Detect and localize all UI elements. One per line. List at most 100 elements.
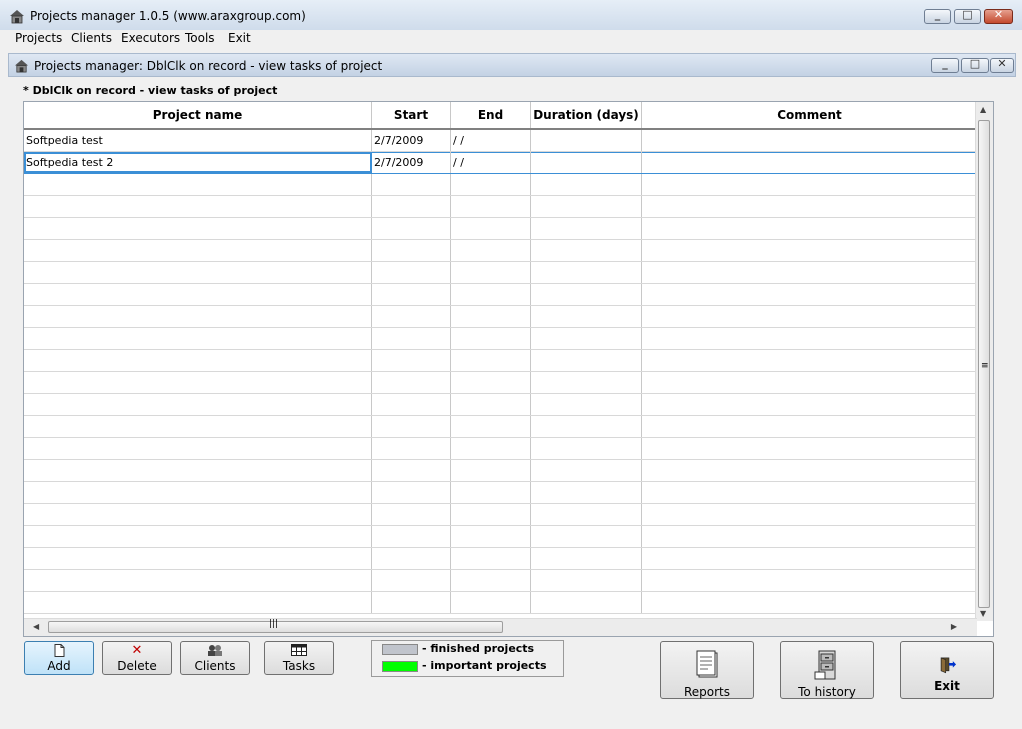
column-header-start[interactable]: Start [372, 102, 451, 128]
table-cell-end[interactable] [451, 262, 531, 283]
table-cell-project-name[interactable] [24, 592, 372, 613]
table-cell-start[interactable] [372, 284, 451, 305]
horizontal-scroll-thumb[interactable]: ||| [48, 619, 503, 633]
to-history-button[interactable]: To history [780, 641, 874, 699]
child-minimize-button[interactable]: _ [931, 57, 959, 73]
table-cell-end[interactable] [451, 548, 531, 569]
scroll-left-arrow-icon[interactable]: ◀ [33, 622, 39, 631]
table-cell-duration[interactable] [531, 570, 642, 591]
table-cell-duration[interactable] [531, 174, 642, 195]
table-row[interactable] [24, 284, 977, 306]
table-cell-start[interactable] [372, 526, 451, 547]
menu-executors[interactable]: Executors [121, 31, 180, 45]
column-header-comment[interactable]: Comment [642, 102, 977, 128]
maximize-button[interactable]: □ [954, 8, 981, 24]
table-row[interactable] [24, 372, 977, 394]
table-cell-start[interactable] [372, 262, 451, 283]
close-button[interactable]: ✕ [984, 8, 1013, 24]
table-cell-duration[interactable] [531, 372, 642, 393]
column-header-end[interactable]: End [451, 102, 531, 128]
table-row[interactable]: Softpedia test 2 2/7/2009 / / [24, 152, 977, 174]
table-cell-project-name[interactable] [24, 306, 372, 327]
table-cell-duration[interactable] [531, 504, 642, 525]
table-cell-project-name[interactable] [24, 240, 372, 261]
menu-clients[interactable]: Clients [71, 31, 112, 45]
table-cell-project-name[interactable] [24, 570, 372, 591]
table-cell-end[interactable] [451, 438, 531, 459]
table-cell-start[interactable] [372, 328, 451, 349]
table-cell-end[interactable] [451, 460, 531, 481]
table-row[interactable]: Softpedia test 2/7/2009 / / [24, 130, 977, 152]
table-cell-end[interactable] [451, 394, 531, 415]
table-cell-duration[interactable] [531, 240, 642, 261]
table-cell-start[interactable] [372, 394, 451, 415]
table-cell-start[interactable] [372, 174, 451, 195]
column-header-project-name[interactable]: Project name [24, 102, 372, 128]
table-cell-comment[interactable] [642, 284, 977, 305]
table-cell-start[interactable] [372, 460, 451, 481]
menu-exit[interactable]: Exit [228, 31, 251, 45]
table-row[interactable] [24, 504, 977, 526]
column-header-duration[interactable]: Duration (days) [531, 102, 642, 128]
table-cell-duration[interactable] [531, 460, 642, 481]
table-cell-duration[interactable] [531, 262, 642, 283]
table-cell-comment[interactable] [642, 394, 977, 415]
table-cell-duration[interactable] [531, 196, 642, 217]
table-cell-end[interactable] [451, 350, 531, 371]
table-cell-end[interactable] [451, 328, 531, 349]
table-cell-duration[interactable] [531, 416, 642, 437]
table-cell-comment[interactable] [642, 174, 977, 195]
table-cell-duration[interactable] [531, 130, 642, 151]
table-row[interactable] [24, 416, 977, 438]
scroll-up-arrow-icon[interactable]: ▲ [980, 105, 986, 114]
table-cell-duration[interactable] [531, 438, 642, 459]
table-cell-project-name[interactable] [24, 328, 372, 349]
tasks-button[interactable]: Tasks [264, 641, 334, 675]
table-cell-project-name[interactable] [24, 504, 372, 525]
table-row[interactable] [24, 196, 977, 218]
table-cell-comment[interactable] [642, 592, 977, 613]
table-cell-comment[interactable] [642, 240, 977, 261]
table-cell-duration[interactable] [531, 350, 642, 371]
table-cell-end[interactable] [451, 372, 531, 393]
table-row[interactable] [24, 548, 977, 570]
table-cell-project-name[interactable] [24, 438, 372, 459]
table-cell-comment[interactable] [642, 218, 977, 239]
minimize-button[interactable]: _ [924, 8, 951, 24]
table-row[interactable] [24, 592, 977, 614]
table-cell-duration[interactable] [531, 592, 642, 613]
table-cell-start[interactable] [372, 592, 451, 613]
table-cell-end[interactable] [451, 306, 531, 327]
table-cell-duration[interactable] [531, 152, 642, 173]
table-cell-end[interactable]: / / [451, 152, 531, 173]
reports-button[interactable]: Reports [660, 641, 754, 699]
table-cell-comment[interactable] [642, 196, 977, 217]
table-cell-comment[interactable] [642, 416, 977, 437]
vertical-scroll-thumb[interactable]: ≡ [978, 120, 990, 608]
add-button[interactable]: Add [24, 641, 94, 675]
projects-grid[interactable]: Project name Start End Duration (days) C… [23, 101, 994, 637]
table-cell-comment[interactable] [642, 262, 977, 283]
table-cell-duration[interactable] [531, 328, 642, 349]
table-cell-start[interactable] [372, 416, 451, 437]
table-cell-project-name[interactable] [24, 416, 372, 437]
table-cell-start[interactable] [372, 218, 451, 239]
table-cell-start[interactable] [372, 570, 451, 591]
table-cell-comment[interactable] [642, 350, 977, 371]
delete-button[interactable]: ✕ Delete [102, 641, 172, 675]
table-cell-end[interactable] [451, 504, 531, 525]
table-cell-project-name[interactable] [24, 526, 372, 547]
table-cell-project-name[interactable] [24, 372, 372, 393]
table-row[interactable] [24, 306, 977, 328]
table-cell-duration[interactable] [531, 306, 642, 327]
table-cell-project-name[interactable]: Softpedia test 2 [24, 152, 372, 173]
table-cell-duration[interactable] [531, 548, 642, 569]
table-cell-end[interactable] [451, 570, 531, 591]
table-cell-start[interactable] [372, 438, 451, 459]
table-cell-end[interactable] [451, 174, 531, 195]
table-row[interactable] [24, 240, 977, 262]
table-row[interactable] [24, 526, 977, 548]
vertical-scrollbar[interactable]: ▲ ≡ ▼ [975, 102, 993, 621]
table-cell-end[interactable] [451, 196, 531, 217]
table-row[interactable] [24, 174, 977, 196]
